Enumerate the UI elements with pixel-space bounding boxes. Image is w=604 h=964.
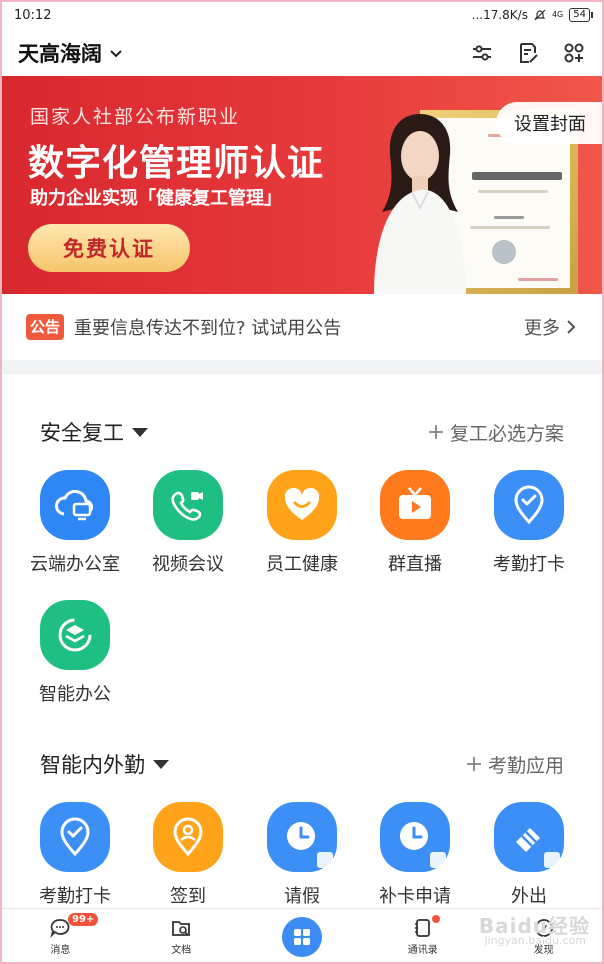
certificate-title-bar	[472, 172, 562, 180]
plus-icon	[428, 425, 443, 439]
org-name: 天高海阔	[18, 42, 102, 66]
tab-contacts[interactable]: 通讯录	[362, 909, 483, 964]
app-label: 补卡申请	[379, 886, 451, 907]
app-label: 视频会议	[152, 554, 224, 575]
notice-badge: 公告	[26, 314, 65, 340]
app-check-in[interactable]: 签到	[131, 802, 245, 922]
app-label: 请假	[284, 886, 320, 907]
app-cloud-office[interactable]: 云端办公室	[18, 470, 132, 590]
battery-indicator: 54	[569, 8, 593, 22]
app-label: 考勤打卡	[493, 554, 565, 575]
caret-down-icon	[132, 427, 148, 437]
person-photo	[374, 114, 466, 294]
certificate-seal	[492, 240, 516, 264]
network-speed: ...17.8K/s	[471, 8, 528, 22]
app-label: 云端办公室	[30, 554, 120, 575]
section-action-label: 复工必选方案	[449, 422, 564, 445]
app-label: 群直播	[388, 554, 442, 575]
notice-bar[interactable]: 公告 重要信息传达不到位? 试试用公告 更多	[0, 294, 604, 360]
tab-label: 文档	[171, 945, 192, 956]
section-title: 智能内外勤	[40, 753, 145, 777]
app-attendance[interactable]: 考勤打卡	[472, 470, 586, 590]
app-employee-health[interactable]: 员工健康	[245, 470, 359, 590]
section-title-dropdown[interactable]: 智能内外勤	[40, 749, 169, 779]
clock-icon	[380, 802, 450, 872]
edit-note-icon[interactable]	[516, 41, 540, 65]
status-indicators: ...17.8K/s 4G 54	[471, 8, 593, 22]
app-label: 签到	[170, 886, 206, 907]
section-title: 安全复工	[40, 421, 124, 445]
section-header-field-attendance: 智能内外勤 考勤应用	[0, 744, 604, 784]
location-check-icon	[40, 802, 110, 872]
grid-icon	[281, 916, 322, 957]
section-title-dropdown[interactable]: 安全复工	[40, 417, 148, 447]
tab-docs[interactable]: 文档	[121, 909, 242, 964]
settings-sliders-icon[interactable]	[470, 41, 494, 65]
status-bar: 10:12 ...17.8K/s 4G 54	[0, 0, 604, 30]
watermark-url: jingyan.baidu.com	[484, 934, 586, 947]
location-check-icon	[494, 470, 564, 540]
tab-workbench[interactable]	[242, 909, 363, 964]
notice-text: 重要信息传达不到位? 试试用公告	[74, 318, 342, 339]
app-leave-request[interactable]: 请假	[245, 802, 359, 922]
app-label: 外出	[511, 886, 547, 907]
app-group-live[interactable]: 群直播	[358, 470, 472, 590]
unread-badge: 99+	[68, 913, 99, 926]
clock-icon	[267, 802, 337, 872]
tab-messages[interactable]: 消息 99+	[0, 909, 121, 964]
tab-label: 通讯录	[407, 945, 438, 956]
notice-more-link[interactable]: 更多	[524, 314, 578, 340]
location-person-icon	[153, 802, 223, 872]
layers-icon	[40, 600, 110, 670]
app-video-meeting[interactable]: 视频会议	[131, 470, 245, 590]
eraser-icon	[494, 802, 564, 872]
section-divider	[0, 360, 604, 374]
tab-label: 消息	[50, 945, 71, 956]
org-switcher[interactable]: 天高海阔	[18, 38, 124, 68]
banner-title: 数字化管理师认证	[28, 143, 325, 184]
person-badge-icon	[430, 852, 446, 868]
chevron-right-icon	[567, 320, 576, 334]
app-label: 员工健康	[266, 554, 338, 575]
free-certification-button[interactable]: 免费认证	[28, 224, 190, 272]
apps-grid-icon[interactable]	[562, 41, 586, 65]
app-attendance-punch[interactable]: 考勤打卡	[18, 802, 132, 922]
person-badge-icon	[317, 852, 333, 868]
video-call-icon	[153, 470, 223, 540]
app-label: 智能办公	[39, 684, 111, 705]
app-label: 考勤打卡	[39, 886, 111, 907]
cloud-office-icon	[40, 470, 110, 540]
folder-icon	[172, 921, 191, 936]
promo-banner[interactable]: 国家人社部公布新职业 数字化管理师认证 助力企业实现「健康复工管理」 免费认证 …	[0, 76, 604, 294]
section-action-link[interactable]: 考勤应用	[466, 751, 564, 778]
network-type: 4G	[551, 10, 564, 19]
contacts-icon	[414, 919, 430, 937]
status-time: 10:12	[14, 7, 52, 23]
person-badge-icon	[544, 852, 560, 868]
mute-icon	[534, 9, 546, 21]
notice-more-label: 更多	[524, 318, 560, 339]
section-header-safe-return: 安全复工 复工必选方案	[0, 412, 604, 452]
plus-icon	[466, 757, 481, 771]
heart-smile-icon	[267, 470, 337, 540]
chevron-down-icon	[110, 50, 122, 58]
app-smart-office[interactable]: 智能办公	[18, 600, 132, 720]
set-cover-button[interactable]: 设置封面	[496, 102, 604, 144]
caret-down-icon	[153, 759, 169, 769]
header-actions	[470, 41, 586, 65]
section-action-label: 考勤应用	[487, 754, 564, 777]
banner-description: 助力企业实现「健康复工管理」	[30, 188, 282, 209]
app-go-out[interactable]: 外出	[472, 802, 586, 922]
tv-live-icon	[380, 470, 450, 540]
banner-subtitle: 国家人社部公布新职业	[30, 106, 241, 128]
app-missed-punch[interactable]: 补卡申请	[358, 802, 472, 922]
notification-dot	[432, 915, 441, 923]
section-action-link[interactable]: 复工必选方案	[428, 419, 564, 446]
app-header: 天高海阔	[0, 30, 604, 76]
